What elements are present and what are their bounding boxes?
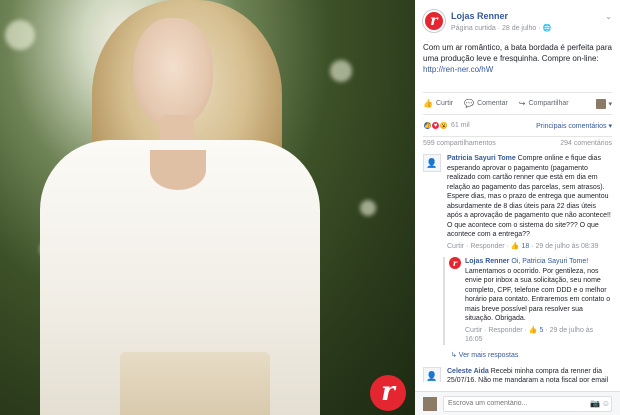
comment-meta: Curtir · Responder · 👍 18 · 29 de julho … [447,242,612,252]
comment-actions[interactable]: Curtir · Responder · [447,243,511,250]
caret-down-icon: ▾ [608,100,612,108]
reply-meta: Curtir · Responder · 👍 5 · 29 de julho à… [465,326,612,345]
model-skirt [120,352,270,415]
brand-logo: r [370,375,406,411]
post-caption: Com um ar romântico, a bata bordada é pe… [415,40,620,88]
reply-text: Lamentamos o ocorrido. Por gentileza, no… [465,267,611,323]
post-meta: Página curtida · 28 de julho · 🌐 [451,25,552,32]
share-icon: ↪ [518,99,526,108]
comment-text: Compre online e fique dias esperando apr… [447,155,611,238]
emoji-icon[interactable]: ☺ [602,399,610,408]
reactions-row: 👍 ♥ 😮 61 mil Principais comentários ▾ [423,114,612,132]
avatar[interactable]: 👤 [423,366,441,382]
reply-author[interactable]: Lojas Renner [465,258,509,265]
avatar[interactable]: r [449,257,461,269]
post-link[interactable]: http://ren-ner.co/hW [423,65,493,74]
comment-button[interactable]: 💬 Comentar [464,99,508,108]
top-comments-dropdown[interactable]: Principais comentários ▾ [536,122,612,130]
page-name-link[interactable]: Lojas Renner [451,11,508,21]
comment-input[interactable] [443,395,612,412]
comment-likes[interactable]: 👍 18 [511,243,529,250]
post-header: r Lojas Renner Página curtida · 28 de ju… [415,0,620,40]
view-more-replies-link[interactable]: ↳ Ver mais respostas [451,351,612,359]
comment-composer: 📷 ☺ [415,391,620,415]
shares-count[interactable]: 599 compartilhamentos [423,140,496,150]
close-icon[interactable]: ✕ [606,2,616,16]
thumbs-up-icon: 👍 [423,99,433,108]
comments-count[interactable]: 294 comentários [560,140,612,150]
avatar [423,396,437,411]
model-neckline [150,150,206,190]
share-button[interactable]: ↪ Compartilhar [519,99,569,108]
post-photo[interactable]: r [0,0,415,415]
reply-actions[interactable]: Curtir · Responder · [465,327,529,334]
post-panel: r Lojas Renner Página curtida · 28 de ju… [415,0,620,415]
comment-author[interactable]: Patricia Sayuri Tome [447,155,516,162]
like-label: Curtir [435,100,454,107]
comment-item: 👤 Celeste Aida Recebi minha compra da re… [423,366,612,382]
comments-list: 👤 Patricia Sayuri Tome Compre online e f… [415,154,620,382]
reply-likes[interactable]: 👍 5 [529,327,544,334]
haha-reaction-icon[interactable]: 😮 [439,121,448,130]
comment-label: Comentar [477,100,508,107]
reaction-count[interactable]: 61 mil [451,122,470,129]
post-caption-text: Com um ar romântico, a bata bordada é pe… [423,43,612,63]
comment-date[interactable]: · 29 de julho às 08:39 [529,243,598,250]
share-label: Compartilhar [528,100,569,107]
comment-item: 👤 Patricia Sayuri Tome Compre online e f… [423,154,612,251]
avatar [596,98,607,109]
avatar[interactable]: 👤 [423,154,441,172]
like-button[interactable]: 👍 Curtir [423,99,453,108]
bokeh-light [360,200,376,216]
model-face [133,18,213,128]
comment-author[interactable]: Celeste Aida [447,368,489,375]
reply-item: r Lojas Renner Oi, Patricia Sayuri Tome!… [443,257,612,345]
page-avatar[interactable]: r [423,10,445,32]
bokeh-light [330,60,352,82]
bokeh-light [5,20,35,50]
comment-icon: 💬 [464,99,475,108]
reply-mention[interactable]: Oi, Patricia Sayuri Tome! [511,258,588,265]
counts-row: 599 compartilhamentos 294 comentários [423,136,612,150]
post-as-selector[interactable]: ▾ [596,98,612,109]
post-actions-bar: 👍 Curtir 💬 Comentar ↪ Compartilhar ▾ [423,92,612,110]
camera-icon[interactable]: 📷 [590,399,600,408]
